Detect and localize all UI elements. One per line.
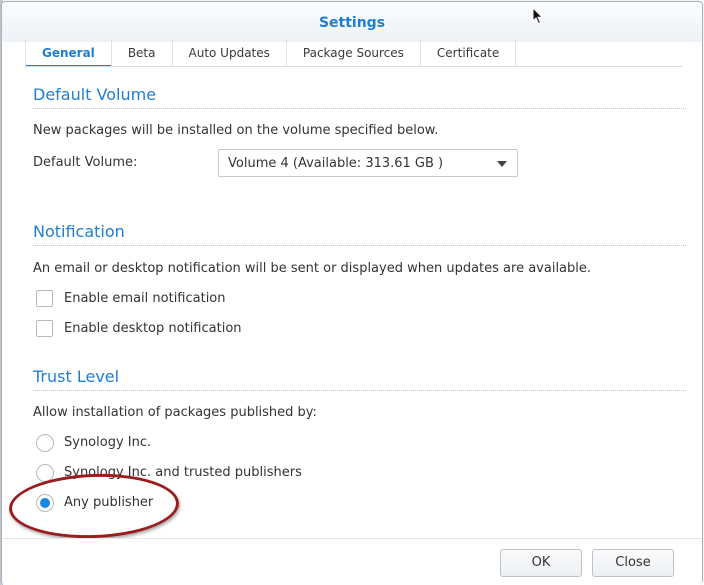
mouse-pointer-icon [532,7,544,25]
title-bar: Settings [2,2,702,42]
highlight-ellipse-annotation [7,471,181,541]
default-volume-value: Volume 4 (Available: 313.61 GB ) [228,156,444,171]
default-volume-label: Default Volume: [33,155,138,170]
section-divider [33,390,686,391]
close-button[interactable]: Close [592,549,674,577]
desktop-notification-checkbox[interactable] [36,320,53,337]
section-divider [33,108,686,109]
notification-heading: Notification [33,222,125,241]
ok-button[interactable]: OK [500,549,582,577]
default-volume-select[interactable]: Volume 4 (Available: 313.61 GB ) [218,149,518,177]
email-notification-label: Enable email notification [64,291,226,306]
email-notification-checkbox[interactable] [36,290,53,307]
trust-level-description: Allow installation of packages published… [33,405,317,420]
tab-divider [25,66,682,67]
default-volume-heading: Default Volume [33,85,157,104]
section-divider [33,245,686,246]
tab-beta[interactable]: Beta [112,40,173,66]
trust-level-heading: Trust Level [33,367,120,386]
default-volume-description: New packages will be installed on the vo… [33,123,439,138]
notification-description: An email or desktop notification will be… [33,261,592,276]
dialog-footer: OK Close [2,538,702,585]
tab-bar: General Beta Auto Updates Package Source… [25,40,517,67]
trust-synology-radio[interactable] [36,434,54,452]
tab-auto-updates[interactable]: Auto Updates [173,40,287,66]
trust-synology-label: Synology Inc. [64,435,152,450]
tab-certificate[interactable]: Certificate [421,40,517,66]
settings-dialog: Settings General Beta Auto Updates Packa… [1,1,703,585]
tab-package-sources[interactable]: Package Sources [287,40,421,66]
desktop-notification-label: Enable desktop notification [64,321,242,336]
chevron-down-icon[interactable] [497,161,507,167]
tab-general[interactable]: General [25,40,112,67]
dialog-title: Settings [318,15,386,31]
